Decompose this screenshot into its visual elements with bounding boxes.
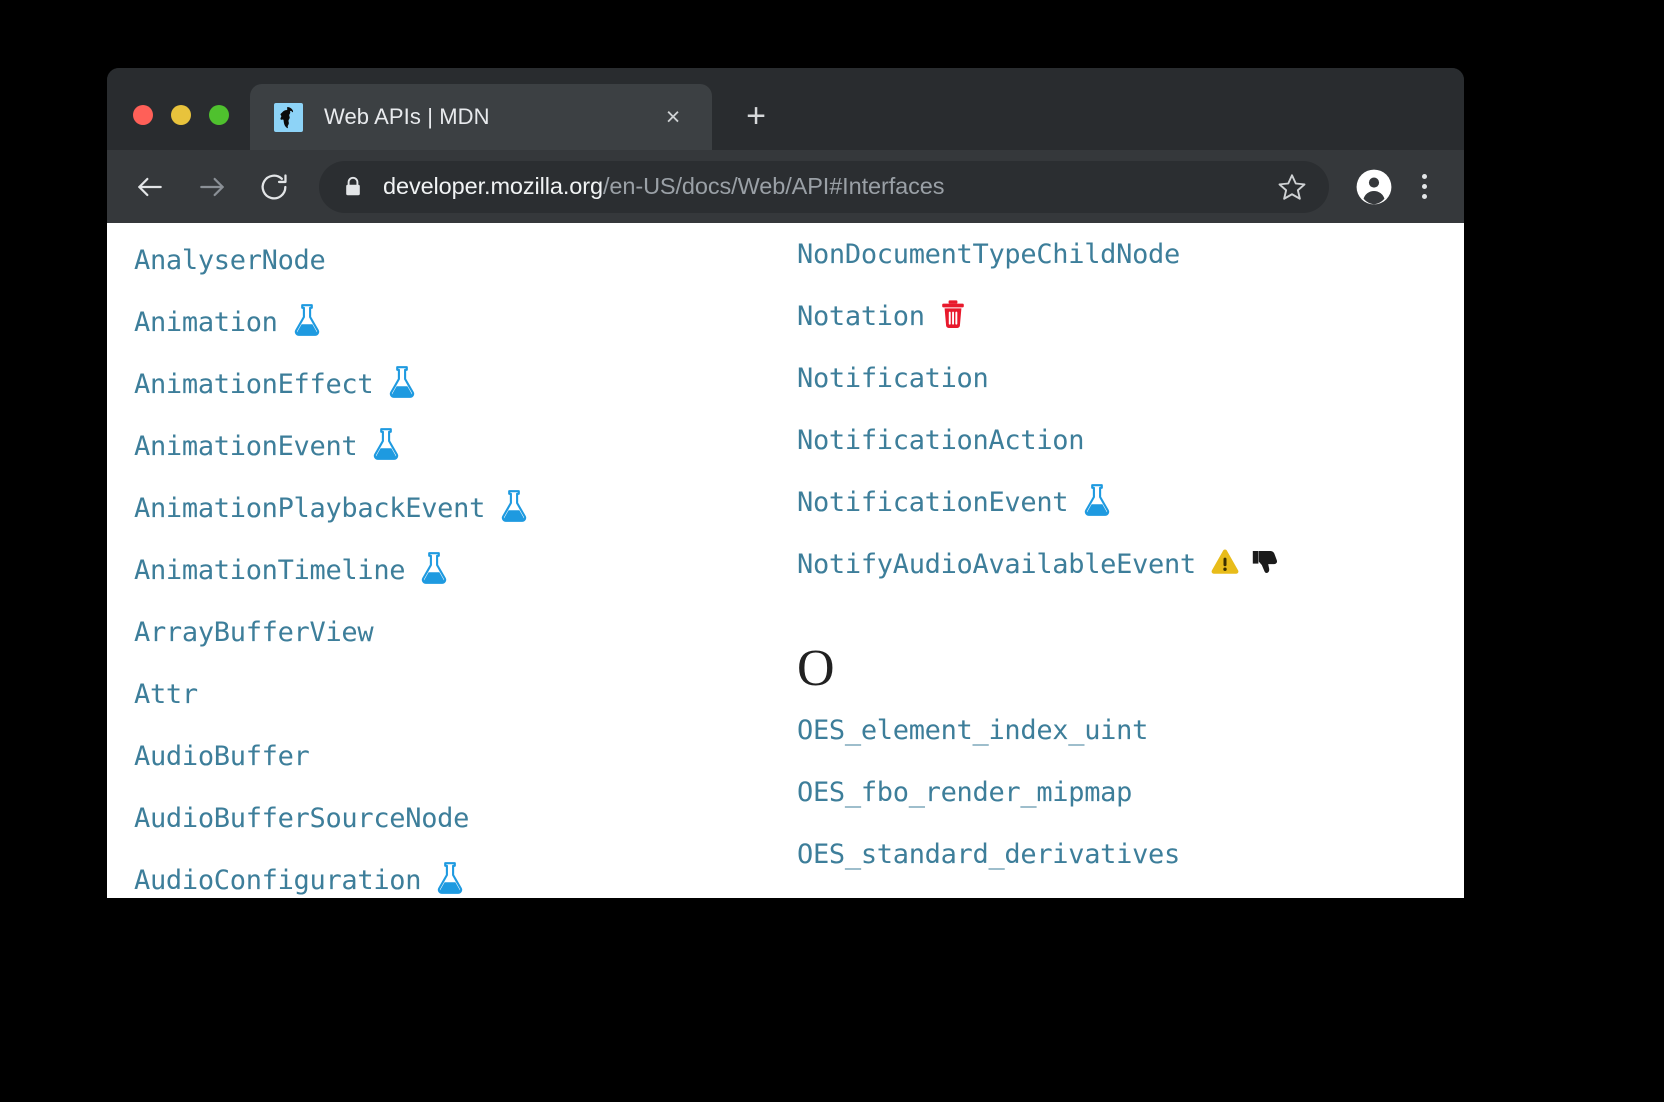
menu-dot-1	[1421, 174, 1427, 179]
api-flags	[499, 489, 529, 528]
list-item[interactable]: AnalyserNode	[134, 229, 797, 291]
list-item[interactable]: OES_fbo_render_mipmap	[797, 761, 1464, 823]
warning-triangle-icon	[1210, 548, 1240, 581]
api-link[interactable]: ArrayBufferView	[134, 617, 374, 648]
experimental-flask-icon	[387, 365, 417, 404]
api-flags	[939, 298, 967, 335]
api-link[interactable]: AnimationEvent	[134, 431, 358, 462]
tab-title: Web APIs | MDN	[324, 104, 490, 129]
list-item[interactable]: AnimationPlaybackEvent	[134, 477, 797, 539]
kebab-menu-icon[interactable]	[1419, 174, 1429, 199]
url-text: developer.mozilla.org/en-US/docs/Web/API…	[383, 173, 944, 200]
api-link[interactable]: AnimationTimeline	[134, 555, 406, 586]
api-link[interactable]: NotificationAction	[797, 425, 1085, 456]
thumbs-down-icon	[1250, 548, 1280, 581]
api-link[interactable]: NonDocumentTypeChildNode	[797, 239, 1180, 270]
browser-window: Web APIs | MDN × + developer.mozilla.org…	[107, 68, 1464, 898]
deprecated-trash-icon	[939, 298, 967, 335]
new-tab-button[interactable]: +	[739, 99, 773, 134]
api-link[interactable]: AnalyserNode	[134, 245, 326, 276]
list-item[interactable]: OES_texture_float	[797, 885, 1464, 898]
api-column-left: AnalyserNode Animation AnimationEffect A…	[107, 223, 797, 898]
star-outline-icon[interactable]	[1277, 172, 1307, 202]
list-item[interactable]: NotificationAction	[797, 409, 1464, 471]
api-flags	[371, 427, 401, 466]
browser-tab[interactable]: Web APIs | MDN ×	[250, 84, 712, 150]
api-link[interactable]: AudioConfiguration	[134, 865, 422, 896]
list-item[interactable]: Notification	[797, 347, 1464, 409]
page-viewport: AnalyserNode Animation AnimationEffect A…	[107, 223, 1464, 898]
forward-button[interactable]	[195, 170, 229, 204]
api-link[interactable]: NotificationEvent	[797, 487, 1069, 518]
api-flags	[387, 365, 417, 404]
reload-icon[interactable]	[257, 170, 291, 204]
list-item[interactable]: OES_standard_derivatives	[797, 823, 1464, 885]
menu-dot-2	[1421, 184, 1427, 189]
menu-dot-3	[1421, 194, 1427, 199]
api-flags	[419, 551, 449, 590]
api-column-right: NonDocumentTypeChildNode Notation Notifi…	[797, 223, 1464, 898]
list-item[interactable]: AnimationEffect	[134, 353, 797, 415]
list-item[interactable]: AudioBufferSourceNode	[134, 787, 797, 849]
experimental-flask-icon	[419, 551, 449, 590]
url-path: /en-US/docs/Web/API#Interfaces	[602, 173, 945, 199]
list-item[interactable]: NotifyAudioAvailableEvent	[797, 533, 1464, 595]
experimental-flask-icon	[435, 861, 465, 899]
experimental-flask-icon	[371, 427, 401, 466]
list-item[interactable]: Notation	[797, 285, 1464, 347]
api-link[interactable]: OES_standard_derivatives	[797, 839, 1180, 870]
list-item[interactable]: ArrayBufferView	[134, 601, 797, 663]
list-item[interactable]: AudioConfiguration	[134, 849, 797, 898]
browser-toolbar: developer.mozilla.org/en-US/docs/Web/API…	[107, 150, 1464, 223]
list-item[interactable]: AnimationEvent	[134, 415, 797, 477]
api-flags	[1082, 483, 1112, 522]
list-item[interactable]: Attr	[134, 663, 797, 725]
list-item[interactable]: AudioBuffer	[134, 725, 797, 787]
api-interface-columns: AnalyserNode Animation AnimationEffect A…	[107, 223, 1464, 898]
list-item[interactable]: Animation	[134, 291, 797, 353]
window-maximize-button[interactable]	[209, 105, 229, 125]
api-flags	[435, 861, 465, 899]
list-item[interactable]: NotificationEvent	[797, 471, 1464, 533]
account-circle-icon[interactable]	[1355, 168, 1393, 206]
window-close-button[interactable]	[133, 105, 153, 125]
api-link[interactable]: AudioBuffer	[134, 741, 310, 772]
window-controls	[133, 105, 229, 125]
lock-icon	[343, 175, 363, 199]
api-link[interactable]: Notation	[797, 301, 925, 332]
mdn-dino-favicon	[274, 102, 303, 132]
list-item[interactable]: OES_element_index_uint	[797, 699, 1464, 761]
api-link[interactable]: AudioBufferSourceNode	[134, 803, 469, 834]
api-link[interactable]: Animation	[134, 307, 278, 338]
experimental-flask-icon	[1082, 483, 1112, 522]
list-item[interactable]: AnimationTimeline	[134, 539, 797, 601]
api-link[interactable]: NotifyAudioAvailableEvent	[797, 549, 1196, 580]
api-link[interactable]: OES_fbo_render_mipmap	[797, 777, 1132, 808]
address-bar[interactable]: developer.mozilla.org/en-US/docs/Web/API…	[319, 160, 1329, 213]
api-link[interactable]: OES_element_index_uint	[797, 715, 1148, 746]
api-link[interactable]: AnimationEffect	[134, 369, 374, 400]
section-heading-block: O	[797, 595, 1464, 699]
api-link[interactable]: AnimationPlaybackEvent	[134, 493, 485, 524]
experimental-flask-icon	[292, 303, 322, 342]
api-flags	[292, 303, 322, 342]
page-section-heading: O	[797, 640, 835, 697]
list-item[interactable]: NonDocumentTypeChildNode	[797, 223, 1464, 285]
tab-strip: Web APIs | MDN × +	[107, 68, 1464, 150]
api-flags	[1210, 548, 1280, 581]
url-host: developer.mozilla.org	[383, 173, 603, 199]
window-minimize-button[interactable]	[171, 105, 191, 125]
experimental-flask-icon	[499, 489, 529, 528]
back-button[interactable]	[133, 170, 167, 204]
api-link[interactable]: Notification	[797, 363, 989, 394]
api-link[interactable]: Attr	[134, 679, 198, 710]
close-icon[interactable]: ×	[660, 104, 686, 130]
